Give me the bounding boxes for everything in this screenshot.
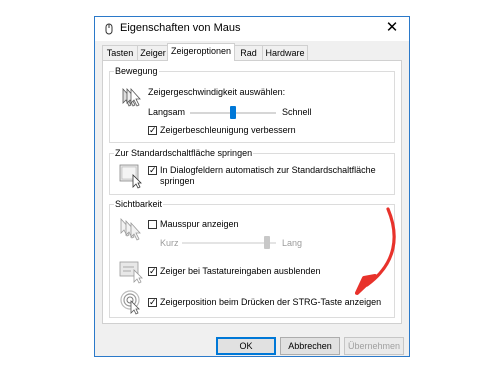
snap-group-label: Zur Standardschaltfläche springen: [114, 148, 254, 158]
close-icon: ✕: [385, 19, 399, 36]
mouse-icon: [105, 23, 113, 35]
cancel-button[interactable]: Abbrechen: [280, 337, 340, 355]
pointer-trails-icon: [120, 217, 141, 241]
check-icon: ✓: [149, 297, 157, 307]
tab-label: Zeigeroptionen: [170, 46, 232, 56]
motion-group-label: Bewegung: [114, 66, 159, 76]
visibility-group: Sichtbarkeit Mausspur anzeigen Kurz Lang: [109, 199, 395, 318]
long-label: Lang: [282, 238, 303, 248]
check-icon: ✓: [149, 266, 157, 276]
slow-label: Langsam: [148, 107, 186, 117]
snap-to-default-icon: [119, 164, 142, 189]
fast-label: Schnell: [282, 107, 312, 117]
speed-label: Zeigergeschwindigkeit auswählen:: [148, 87, 286, 97]
window-title: Eigenschaften von Maus: [120, 22, 241, 34]
visibility-group-label: Sichtbarkeit: [114, 199, 164, 209]
tab-hardware[interactable]: Hardware: [262, 45, 308, 60]
hide-pointer-label: Zeiger bei Tastatureingaben ausblenden: [160, 266, 321, 276]
check-icon: ✓: [149, 165, 157, 175]
precision-checkbox[interactable]: ✓: [148, 125, 157, 135]
tab-zeiger[interactable]: Zeiger: [137, 45, 169, 60]
apply-button[interactable]: Übernehmen: [344, 337, 404, 355]
snap-label-line2: springen: [160, 176, 195, 186]
title-bar[interactable]: Eigenschaften von Maus ✕: [95, 17, 409, 41]
short-label: Kurz: [160, 238, 179, 248]
tab-tasten[interactable]: Tasten: [102, 45, 138, 60]
tab-label: Hardware: [265, 48, 305, 58]
trails-label: Mausspur anzeigen: [160, 219, 239, 229]
show-location-icon: [120, 290, 140, 315]
annotation-arrow-icon: [355, 207, 396, 295]
tab-zeigeroptionen[interactable]: Zeigeroptionen: [167, 43, 235, 61]
hide-pointer-icon: [119, 261, 143, 284]
trails-checkbox[interactable]: [148, 220, 157, 229]
snap-group: Zur Standardschaltfläche springen ✓ In D…: [109, 148, 395, 195]
snap-checkbox[interactable]: ✓: [148, 165, 157, 175]
precision-label: Zeigerbeschleunigung verbessern: [160, 125, 296, 135]
pointer-speed-icon: [122, 87, 141, 107]
tab-rad[interactable]: Rad: [234, 45, 263, 60]
tab-label: Rad: [240, 48, 257, 58]
speed-slider-thumb[interactable]: [230, 106, 236, 119]
show-location-label: Zeigerposition beim Drücken der STRG-Tas…: [160, 297, 382, 307]
ok-button[interactable]: OK: [216, 337, 276, 355]
trails-slider-track[interactable]: [182, 242, 276, 244]
close-button[interactable]: ✕: [375, 17, 409, 41]
show-location-checkbox[interactable]: ✓: [148, 297, 157, 307]
mouse-properties-dialog: Eigenschaften von Maus ✕ Tasten Zeiger Z…: [94, 16, 410, 357]
snap-label-line1: In Dialogfeldern automatisch zur Standar…: [160, 165, 376, 175]
tab-label: Zeiger: [140, 48, 166, 58]
check-icon: ✓: [149, 125, 157, 135]
trails-slider-thumb[interactable]: [263, 236, 270, 249]
motion-group: Bewegung Zeigergeschwindigkeit auswählen…: [109, 66, 395, 143]
tab-label: Tasten: [106, 48, 134, 58]
hide-pointer-checkbox[interactable]: ✓: [148, 266, 157, 276]
